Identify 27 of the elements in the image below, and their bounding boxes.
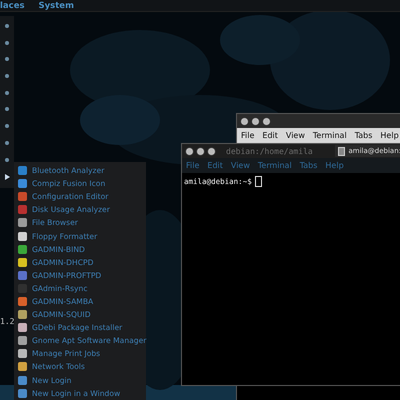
menu-item[interactable]: Help bbox=[325, 161, 344, 170]
launcher-icon[interactable] bbox=[5, 24, 9, 28]
cursor bbox=[254, 176, 262, 187]
launcher-icon[interactable] bbox=[5, 40, 9, 45]
menu-item[interactable]: File bbox=[186, 161, 200, 170]
launcher-icon[interactable] bbox=[5, 124, 9, 128]
launcher-icon[interactable] bbox=[5, 140, 9, 145]
menu-item[interactable]: Edit bbox=[262, 131, 278, 140]
side-text: 1.2 bbox=[0, 317, 14, 326]
launcher-icon[interactable] bbox=[5, 74, 9, 78]
terminal-icon bbox=[338, 146, 346, 156]
window-title: debian:/home/amila bbox=[226, 146, 313, 156]
menu-item[interactable]: Tabs bbox=[300, 161, 318, 170]
menu-item[interactable]: File bbox=[241, 131, 254, 140]
menu-item[interactable]: Terminal bbox=[258, 161, 292, 170]
launcher-icon[interactable] bbox=[5, 107, 9, 112]
launcher-icon[interactable] bbox=[5, 57, 9, 62]
panel-menu[interactable]: System bbox=[38, 0, 74, 10]
menu-item[interactable]: View bbox=[286, 131, 305, 140]
launcher-icon[interactable] bbox=[5, 158, 9, 162]
menu-item[interactable]: Edit bbox=[207, 161, 223, 170]
menu-item[interactable]: View bbox=[230, 161, 250, 170]
menu-item[interactable]: Tabs bbox=[354, 131, 372, 140]
launcher-icon[interactable] bbox=[5, 90, 9, 95]
menu-item[interactable]: Help bbox=[380, 131, 399, 140]
menu-item[interactable]: Terminal bbox=[312, 131, 347, 140]
panel-menu[interactable]: laces bbox=[0, 0, 25, 10]
